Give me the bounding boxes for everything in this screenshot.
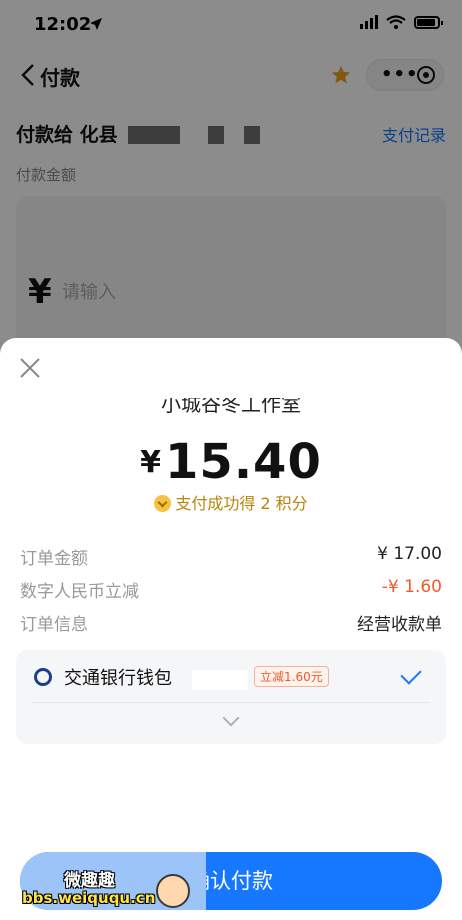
- close-icon[interactable]: [18, 356, 42, 380]
- order-info-row: 订单信息 经营收款单: [20, 610, 442, 635]
- watermark-emblem-icon: [156, 874, 190, 908]
- pay-amount: ¥15.40: [0, 434, 462, 490]
- points-text: 支付成功得 2 积分: [175, 494, 308, 513]
- wallet-name: 交通银行钱包: [64, 668, 172, 689]
- bank-logo-icon: [34, 668, 52, 686]
- redaction-mask: [192, 670, 248, 690]
- detail-label: 订单金额: [20, 549, 88, 569]
- watermark-url: bbs.weiququ.cn: [22, 889, 156, 907]
- amount-currency: ¥: [140, 445, 162, 480]
- selected-check-icon: [400, 663, 422, 685]
- discount-tag: 立减1.60元: [254, 666, 329, 687]
- points-coin-icon: [154, 495, 172, 512]
- chevron-down-icon[interactable]: [222, 709, 240, 727]
- watermark-title: 微趣趣: [64, 871, 115, 891]
- order-amount-row: 订单金额 ¥ 17.00: [20, 544, 442, 569]
- detail-value: -¥ 1.60: [381, 577, 442, 597]
- divider: [32, 702, 430, 703]
- amount-value: 15.40: [165, 434, 322, 490]
- discount-row: 数字人民币立减 -¥ 1.60: [20, 577, 442, 602]
- detail-value: 经营收款单: [357, 615, 442, 635]
- payment-confirm-sheet: 小城谷冬工作室 ¥15.40 支付成功得 2 积分 订单金额 ¥ 17.00 数…: [0, 338, 462, 920]
- points-reward: 支付成功得 2 积分: [0, 490, 462, 514]
- payment-method-card[interactable]: 交通银行钱包 立减1.60元: [16, 650, 446, 744]
- detail-value: ¥ 17.00: [377, 544, 442, 564]
- merchant-name-wrapper: 小城谷冬工作室: [0, 398, 462, 418]
- merchant-name: 小城谷冬工作室: [161, 398, 301, 416]
- detail-label: 数字人民币立减: [20, 582, 139, 602]
- detail-label: 订单信息: [20, 615, 88, 635]
